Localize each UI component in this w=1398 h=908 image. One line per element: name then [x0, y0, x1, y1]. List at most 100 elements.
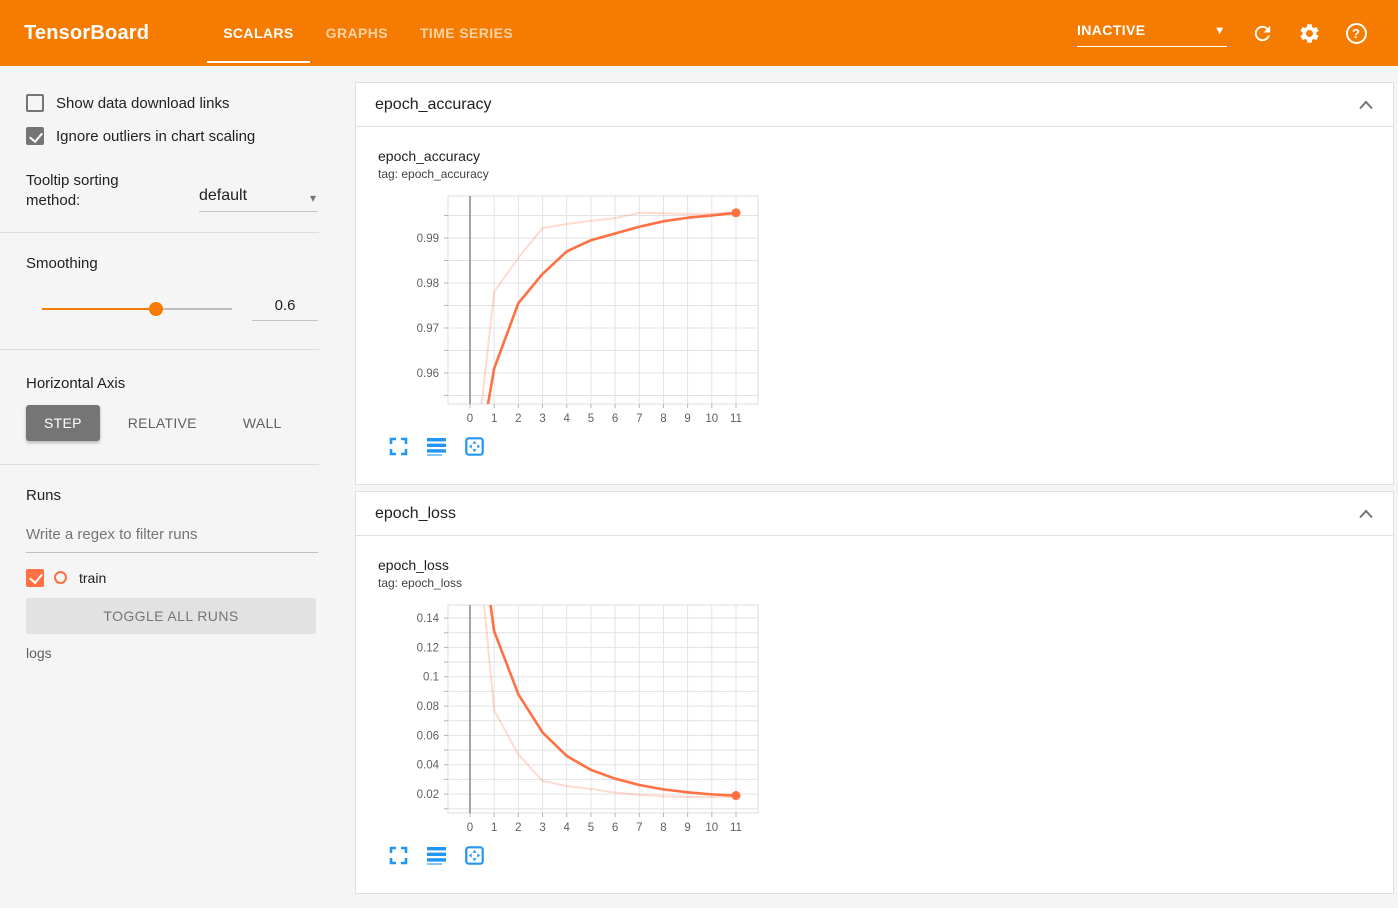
smoothing-slider-row: 0.6 [26, 297, 318, 321]
chevron-down-icon: ▾ [309, 190, 316, 205]
chart-title: epoch_accuracy [378, 148, 480, 164]
chart-tag: tag: epoch_loss [378, 576, 463, 590]
run-status-dropdown[interactable]: INACTIVE ▾ [1077, 22, 1227, 47]
card-epoch-loss-header[interactable]: epoch_loss [356, 492, 1393, 536]
svg-text:0.97: 0.97 [417, 323, 439, 335]
toggle-all-runs-button[interactable]: TOGGLE ALL RUNS [26, 597, 316, 634]
svg-text:6: 6 [612, 822, 618, 834]
svg-text:8: 8 [660, 413, 666, 425]
header-actions: INACTIVE ▾ ? [1077, 0, 1398, 66]
fullscreen-icon[interactable] [389, 437, 408, 456]
svg-text:3: 3 [539, 822, 545, 834]
data-card-icon[interactable] [427, 846, 446, 865]
svg-text:0.06: 0.06 [417, 730, 439, 742]
svg-text:1: 1 [491, 822, 497, 834]
card-title: epoch_accuracy [375, 95, 492, 113]
svg-text:0.04: 0.04 [417, 760, 440, 772]
show-download-links-label: Show data download links [56, 94, 230, 112]
horizontal-axis-section: Horizontal Axis STEP RELATIVE WALL [26, 375, 318, 441]
epoch-accuracy-chart[interactable]: 0.96 0.97 0.98 0.99 0 1 2 3 4 5 6 7 8 9 10 11 [378, 190, 764, 430]
settings-sidebar: Show data download links Ignore outliers… [0, 66, 355, 908]
tab-graphs[interactable]: GRAPHS [310, 0, 404, 66]
chevron-up-icon[interactable] [1358, 99, 1374, 111]
svg-text:0.02: 0.02 [417, 789, 439, 801]
ignore-outliers-checkbox[interactable] [26, 127, 44, 145]
svg-text:4: 4 [564, 413, 571, 425]
svg-text:3: 3 [539, 413, 545, 425]
tab-scalars[interactable]: SCALARS [207, 0, 311, 66]
show-download-links-row: Show data download links [26, 94, 318, 112]
gear-icon[interactable] [1297, 21, 1321, 45]
runs-label: Runs [26, 486, 62, 504]
card-title: epoch_loss [375, 504, 456, 522]
svg-text:0.14: 0.14 [417, 613, 440, 625]
svg-text:6: 6 [612, 413, 618, 425]
log-directory-label: logs [26, 644, 52, 661]
app-header: TensorBoard SCALARS GRAPHS TIME SERIES I… [0, 0, 1398, 66]
card-epoch-loss: epoch_loss epoch_loss tag: epoch_loss 0.… [355, 491, 1394, 894]
run-train-label: train [79, 569, 107, 586]
slider-fill [42, 307, 156, 310]
svg-text:0.12: 0.12 [417, 642, 439, 654]
ignore-outliers-row: Ignore outliers in chart scaling [26, 127, 318, 145]
ignore-outliers-label: Ignore outliers in chart scaling [56, 127, 256, 145]
smoothing-value-field[interactable]: 0.6 [252, 297, 318, 321]
smoothing-label: Smoothing [26, 254, 98, 272]
svg-text:1: 1 [491, 413, 497, 425]
svg-text:9: 9 [684, 413, 690, 425]
smoothing-section: Smoothing 0.6 [26, 255, 318, 321]
chart-title: epoch_loss [378, 557, 449, 573]
svg-text:0.1: 0.1 [423, 672, 439, 684]
horizontal-axis-buttons: STEP RELATIVE WALL [26, 404, 318, 441]
svg-text:11: 11 [730, 413, 742, 425]
data-card-icon[interactable] [427, 437, 446, 456]
run-status-label: INACTIVE [1077, 21, 1146, 38]
tooltip-sorting-row: Tooltip sorting method: default ▾ [26, 171, 318, 212]
help-glyph: ? [1345, 22, 1367, 44]
smoothing-slider[interactable] [42, 301, 232, 316]
refresh-icon[interactable] [1250, 21, 1274, 45]
fullscreen-icon[interactable] [389, 846, 408, 865]
svg-text:2: 2 [515, 822, 521, 834]
runs-section: Runs train TOGGLE ALL RUNS logs [26, 487, 318, 661]
tooltip-sorting-value: default [199, 186, 248, 204]
svg-text:5: 5 [588, 822, 594, 834]
axis-relative-button[interactable]: RELATIVE [110, 405, 215, 441]
axis-wall-button[interactable]: WALL [225, 405, 300, 441]
svg-text:7: 7 [636, 413, 642, 425]
epoch-loss-chart[interactable]: 0.02 0.04 0.06 0.08 0.1 0.12 0.14 0 1 2 3 4 5 6 7 8 9 10 1… [378, 599, 764, 839]
run-train-color-swatch[interactable] [54, 571, 67, 584]
card-epoch-accuracy-body: epoch_accuracy tag: epoch_accuracy 0.96 0… [356, 127, 1393, 484]
chart-toolbar [389, 846, 1393, 865]
fit-domain-icon[interactable] [465, 437, 484, 456]
svg-text:4: 4 [564, 822, 571, 834]
run-train-checkbox[interactable] [26, 568, 44, 587]
chevron-down-icon: ▾ [1216, 22, 1223, 37]
divider [0, 348, 319, 350]
help-icon[interactable]: ? [1344, 21, 1368, 45]
svg-text:0: 0 [467, 413, 473, 425]
run-row-train: train [26, 568, 318, 587]
chevron-up-icon[interactable] [1358, 508, 1374, 520]
svg-text:0.99: 0.99 [417, 233, 439, 245]
tooltip-sorting-dropdown[interactable]: default ▾ [199, 171, 318, 212]
slider-knob[interactable] [149, 301, 163, 316]
horizontal-axis-label: Horizontal Axis [26, 374, 126, 392]
svg-text:11: 11 [730, 822, 742, 834]
tab-time-series[interactable]: TIME SERIES [404, 0, 529, 66]
dashboard-main: epoch_accuracy epoch_accuracy tag: epoch… [355, 66, 1398, 908]
svg-text:0.08: 0.08 [417, 701, 439, 713]
show-download-links-checkbox[interactable] [26, 94, 44, 112]
svg-text:10: 10 [705, 822, 718, 834]
divider [0, 231, 319, 233]
fit-domain-icon[interactable] [465, 846, 484, 865]
svg-text:5: 5 [588, 413, 594, 425]
card-epoch-accuracy: epoch_accuracy epoch_accuracy tag: epoch… [355, 82, 1394, 485]
card-epoch-accuracy-header[interactable]: epoch_accuracy [356, 83, 1393, 127]
tooltip-sorting-label: Tooltip sorting method: [26, 172, 119, 210]
svg-text:2: 2 [515, 413, 521, 425]
runs-filter-input[interactable] [26, 521, 318, 553]
card-epoch-loss-body: epoch_loss tag: epoch_loss 0.02 0.04 0.06 0… [356, 536, 1393, 893]
axis-step-button[interactable]: STEP [26, 404, 100, 441]
app-logo: TensorBoard [24, 21, 150, 44]
